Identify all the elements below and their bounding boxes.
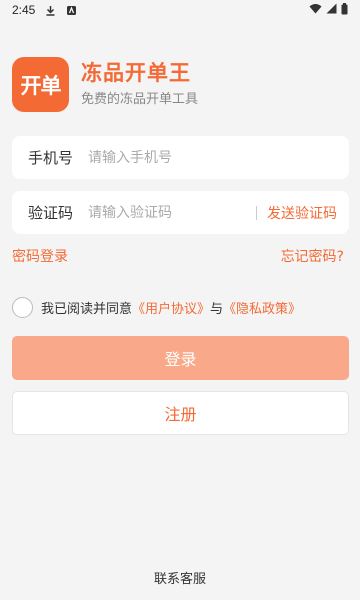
register-button[interactable]: 注册 [12, 391, 349, 435]
agreement-text: 我已阅读并同意 [41, 302, 133, 317]
send-code-button[interactable]: 发送验证码 [267, 203, 349, 223]
signal-icon [326, 3, 337, 17]
code-label: 验证码 [28, 204, 74, 222]
phone-label: 手机号 [28, 149, 74, 167]
contact-service-link[interactable]: 联系客服 [0, 568, 360, 587]
brand-header: 开单 冻品开单王 免费的冻品开单工具 [12, 57, 198, 112]
agreement-conjunction: 与 [210, 302, 224, 317]
agreement-checkbox[interactable] [12, 297, 33, 318]
app-subtitle: 免费的冻品开单工具 [81, 91, 199, 107]
phone-field[interactable]: 手机号 [12, 136, 349, 179]
password-login-link[interactable]: 密码登录 [12, 246, 68, 266]
code-input[interactable] [88, 204, 256, 221]
app-title: 冻品开单王 [81, 60, 191, 85]
app-notification-icon [66, 5, 77, 16]
code-field[interactable]: 验证码 发送验证码 [12, 191, 349, 234]
brand-text: 冻品开单王 免费的冻品开单工具 [81, 59, 198, 111]
login-button[interactable]: 登录 [12, 336, 349, 380]
phone-input[interactable] [88, 149, 349, 166]
download-icon [45, 5, 56, 16]
wifi-icon [309, 3, 322, 17]
status-time: 2:45 [12, 3, 36, 17]
agreement-row: 我已阅读并同意 《用户协议》 与 《隐私政策》 [12, 297, 301, 318]
status-bar: 2:45 [0, 0, 360, 20]
app-logo: 开单 [12, 57, 69, 112]
forgot-password-link[interactable]: 忘记密码? [281, 246, 344, 266]
divider [256, 205, 257, 220]
user-agreement-link[interactable]: 《用户协议》 [132, 298, 210, 317]
battery-icon [341, 2, 348, 18]
privacy-policy-link[interactable]: 《隐私政策》 [223, 298, 301, 317]
